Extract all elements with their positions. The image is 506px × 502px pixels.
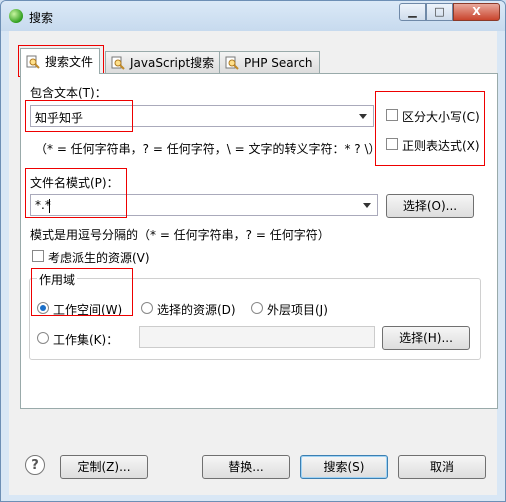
- php-search-icon: [225, 56, 239, 70]
- workspace-radio[interactable]: [37, 302, 49, 314]
- minimize-button[interactable]: ▁: [399, 3, 426, 21]
- scope-title: 作用域: [37, 271, 78, 288]
- file-pattern-label: 文件名模式(P)：: [30, 176, 119, 190]
- enclosing-projects-radio[interactable]: [251, 302, 263, 314]
- tab-file-search[interactable]: 搜索文件: [20, 48, 101, 74]
- regex-label: 正则表达式(X): [402, 139, 480, 153]
- file-search-icon: [26, 55, 40, 69]
- tab-label: PHP Search: [244, 56, 313, 70]
- chevron-down-icon[interactable]: [359, 114, 367, 119]
- close-button[interactable]: X: [453, 3, 500, 21]
- case-sensitive-label: 区分大小写(C): [402, 110, 480, 124]
- eclipse-icon: [9, 9, 23, 23]
- contains-text-value: 知乎知乎: [35, 111, 84, 125]
- derived-resources-checkbox[interactable]: [32, 250, 44, 262]
- text-caret: [49, 199, 50, 213]
- maximize-button[interactable]: □: [426, 3, 453, 21]
- derived-resources-label: 考虑派生的资源(V): [48, 251, 150, 265]
- customize-button[interactable]: 定制(Z)...: [60, 455, 148, 479]
- tab-php-search[interactable]: PHP Search: [219, 51, 320, 73]
- regex-checkbox[interactable]: [386, 138, 398, 150]
- search-dialog: 搜索 ▁ □ X 搜索文件 JavaScript搜索 PHP Search 包含…: [0, 0, 506, 502]
- file-pattern-combo[interactable]: *.*: [30, 194, 378, 216]
- workspace-label: 工作空间(W): [53, 303, 123, 317]
- tab-label: JavaScript搜索: [130, 56, 215, 70]
- file-search-panel: 包含文本(T)： 知乎知乎 （* = 任何字符串，? = 任何字符，\ = 文字…: [20, 73, 498, 409]
- working-set-field[interactable]: [139, 326, 375, 348]
- chevron-down-icon[interactable]: [363, 203, 371, 208]
- case-sensitive-checkbox[interactable]: [386, 109, 398, 121]
- js-search-icon: [111, 56, 125, 70]
- file-pattern-hint: 模式是用逗号分隔的（* = 任何字符串，? = 任何字符）: [30, 228, 330, 242]
- working-set-radio[interactable]: [37, 332, 49, 344]
- selected-resources-label: 选择的资源(D): [157, 303, 236, 317]
- contains-text-hint: （* = 任何字符串，? = 任何字符，\ = 文字的转义字符：* ? \）: [35, 142, 381, 156]
- choose-working-set-button[interactable]: 选择(H)...: [382, 326, 470, 350]
- title-bar[interactable]: 搜索 ▁ □ X: [1, 1, 505, 31]
- cancel-button[interactable]: 取消: [398, 455, 486, 479]
- replace-button[interactable]: 替换...: [202, 455, 290, 479]
- tab-label: 搜索文件: [45, 55, 94, 69]
- choose-pattern-button[interactable]: 选择(O)...: [386, 194, 474, 218]
- enclosing-projects-label: 外层项目(J): [267, 303, 328, 317]
- contains-text-combo[interactable]: 知乎知乎: [30, 105, 374, 127]
- help-icon[interactable]: ?: [25, 455, 45, 475]
- contains-text-label: 包含文本(T)：: [30, 86, 107, 100]
- working-set-label: 工作集(K)：: [53, 333, 119, 347]
- selected-resources-radio[interactable]: [141, 302, 153, 314]
- tab-javascript-search[interactable]: JavaScript搜索: [105, 51, 222, 73]
- search-button[interactable]: 搜索(S): [300, 455, 388, 479]
- highlight-options: [375, 91, 485, 166]
- dialog-body: 搜索文件 JavaScript搜索 PHP Search 包含文本(T)： 知乎…: [9, 31, 498, 495]
- window-title: 搜索: [29, 11, 54, 25]
